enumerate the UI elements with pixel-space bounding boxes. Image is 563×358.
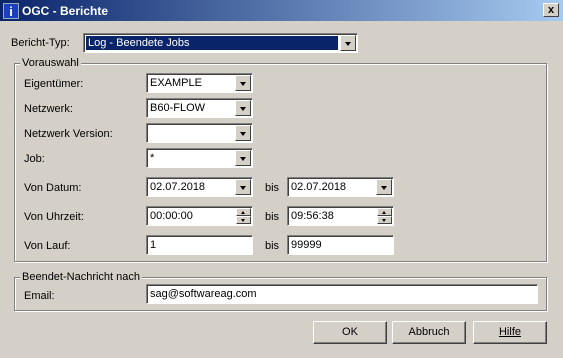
network-version-label: Netzwerk Version: — [24, 128, 113, 140]
time-to-value: 09:56:38 — [291, 210, 334, 222]
chevron-down-icon[interactable] — [235, 100, 251, 116]
info-icon: i — [3, 3, 19, 19]
help-button[interactable]: Hilfe — [473, 321, 547, 344]
report-type-label: Bericht-Typ: — [11, 37, 70, 49]
owner-select[interactable]: EXAMPLE — [146, 73, 253, 93]
window-title: OGC - Berichte — [22, 4, 109, 18]
spin-down-icon[interactable] — [236, 216, 251, 224]
run-to-value: 99999 — [291, 239, 322, 251]
date-to-value: 02.07.2018 — [291, 181, 347, 193]
date-to-picker[interactable]: 02.07.2018 — [287, 177, 394, 197]
chevron-down-icon[interactable] — [235, 75, 251, 91]
run-to-field[interactable]: 99999 — [287, 235, 394, 255]
chevron-down-icon[interactable] — [340, 35, 356, 51]
run-to-label: bis — [265, 240, 280, 252]
date-to-label: bis — [265, 182, 280, 194]
run-label: Von Lauf: — [24, 240, 71, 252]
date-from-picker[interactable]: 02.07.2018 — [146, 177, 253, 197]
time-to-field[interactable]: 09:56:38 — [287, 206, 394, 226]
chevron-down-icon[interactable] — [235, 150, 251, 166]
spin-up-icon[interactable] — [236, 208, 251, 216]
preselection-group-title: Vorauswahl — [20, 57, 81, 69]
owner-value: EXAMPLE — [150, 77, 202, 89]
network-value: B60-FLOW — [150, 102, 206, 114]
run-from-field[interactable]: 1 — [146, 235, 253, 255]
title-bar: i OGC - Berichte x — [0, 0, 563, 22]
preselection-group — [14, 63, 547, 262]
ok-button[interactable]: OK — [313, 321, 387, 344]
date-label: Von Datum: — [24, 182, 82, 194]
job-label: Job: — [24, 153, 45, 165]
report-type-select[interactable]: Log - Beendete Jobs — [83, 33, 358, 53]
run-from-value: 1 — [150, 239, 157, 251]
network-label: Netzwerk: — [24, 103, 73, 115]
time-label: Von Uhrzeit: — [24, 211, 84, 223]
cancel-button[interactable]: Abbruch — [392, 321, 466, 344]
time-from-spinner[interactable] — [236, 208, 251, 224]
close-button[interactable]: x — [543, 3, 559, 17]
time-from-field[interactable]: 00:00:00 — [146, 206, 253, 226]
network-version-select[interactable] — [146, 123, 253, 143]
time-from-value: 00:00:00 — [150, 210, 193, 222]
chevron-down-icon[interactable] — [235, 125, 251, 141]
job-select[interactable]: * — [146, 148, 253, 168]
owner-label: Eigentümer: — [24, 78, 84, 90]
spin-up-icon[interactable] — [377, 208, 392, 216]
report-type-value: Log - Beendete Jobs — [86, 36, 338, 50]
email-value: sag@softwareag.com — [150, 288, 257, 300]
email-field[interactable]: sag@softwareag.com — [146, 284, 538, 304]
spin-down-icon[interactable] — [377, 216, 392, 224]
email-label: Email: — [24, 290, 55, 302]
job-value: * — [150, 152, 155, 164]
time-to-spinner[interactable] — [377, 208, 392, 224]
network-select[interactable]: B60-FLOW — [146, 98, 253, 118]
chevron-down-icon[interactable] — [376, 179, 392, 195]
date-from-value: 02.07.2018 — [150, 181, 206, 193]
notify-group-title: Beendet-Nachricht nach — [20, 271, 143, 283]
chevron-down-icon[interactable] — [235, 179, 251, 195]
time-to-label: bis — [265, 211, 280, 223]
